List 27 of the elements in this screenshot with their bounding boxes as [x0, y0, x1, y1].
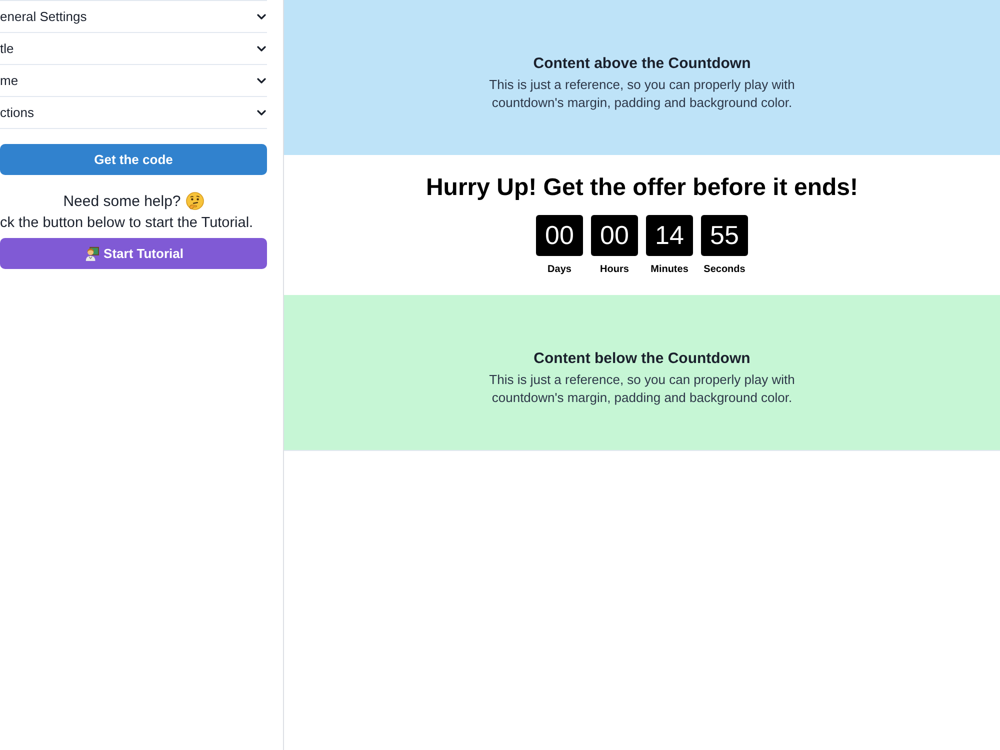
get-code-button[interactable]: Get the code	[0, 144, 267, 175]
reference-title: Content above the Countdown	[533, 54, 751, 74]
accordion-toggle[interactable]: tle	[0, 33, 267, 64]
countdown-heading: Hurry Up! Get the offer before it ends!	[426, 173, 858, 203]
teacher-icon	[84, 246, 99, 261]
countdown-unit-label: Seconds	[704, 263, 746, 276]
accordion-toggle[interactable]: ctions	[0, 97, 267, 128]
help-text: ck the button below to start the Tutorial.	[0, 214, 254, 233]
countdown-digits: 00	[591, 215, 638, 256]
chevron-down-icon	[257, 110, 266, 116]
help-title: Need some help?	[63, 192, 181, 210]
start-tutorial-button[interactable]: Start Tutorial	[0, 238, 267, 269]
chevron-down-icon	[257, 14, 266, 20]
countdown-unit-label: Hours	[600, 263, 629, 276]
reference-text: This is just a reference, so you can properly play with countdown's margin, padding and background color.	[488, 371, 796, 407]
countdown-unit-label: Minutes	[650, 263, 688, 276]
accordion-toggle[interactable]: eneral Settings	[0, 1, 267, 32]
countdown-digits: 00	[536, 215, 583, 256]
chevron-down-icon	[257, 46, 266, 52]
reference-title: Content below the Countdown	[534, 349, 750, 369]
countdown-digits: 55	[701, 215, 748, 256]
countdown-unit-label: Days	[548, 263, 572, 276]
countdown-digits: 14	[646, 215, 693, 256]
accordion-toggle[interactable]: me	[0, 65, 267, 96]
thinking-face-icon	[186, 192, 204, 210]
reference-text: This is just a reference, so you can properly play with countdown's margin, padding and background color.	[488, 76, 796, 112]
chevron-down-icon	[257, 78, 266, 84]
